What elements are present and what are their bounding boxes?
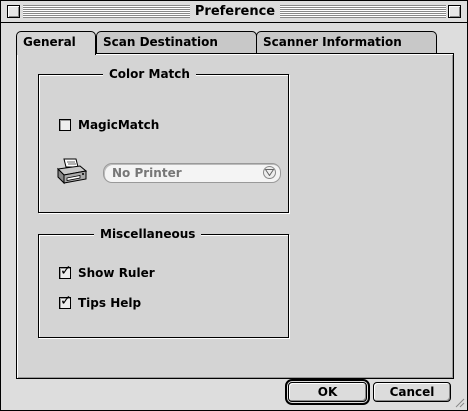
checkmark-icon: ✓ xyxy=(60,263,72,279)
tips-help-checkbox[interactable]: ✓ xyxy=(59,293,72,309)
title-bar-stripes-right xyxy=(280,5,446,18)
tab-scanner-information[interactable]: Scanner Information xyxy=(256,31,437,53)
window-title: Preference xyxy=(194,4,276,19)
chevron-down-icon[interactable] xyxy=(263,166,276,179)
show-ruler-row[interactable]: ✓ Show Ruler xyxy=(59,263,155,281)
printer-popup-menu[interactable]: No Printer xyxy=(103,163,281,183)
zoom-box-icon[interactable] xyxy=(448,5,461,18)
miscellaneous-legend: Miscellaneous xyxy=(94,227,202,241)
resize-grip-icon[interactable] xyxy=(453,396,465,408)
preference-window: Preference Scan Destination Scanner Info… xyxy=(0,0,468,411)
magicmatch-row[interactable]: MagicMatch xyxy=(59,117,159,133)
cancel-button[interactable]: Cancel xyxy=(373,382,451,402)
magicmatch-label: MagicMatch xyxy=(78,118,160,132)
tips-help-label: Tips Help xyxy=(78,296,142,310)
miscellaneous-group: Miscellaneous ✓ Show Ruler ✓ Tips Help xyxy=(38,227,289,338)
magicmatch-checkbox[interactable] xyxy=(59,119,71,131)
color-match-group: Color Match MagicMatch No Printer xyxy=(38,67,289,213)
title-bar-stripes-left xyxy=(23,5,190,18)
tab-general[interactable]: General xyxy=(16,31,96,55)
close-box-icon[interactable] xyxy=(7,5,20,18)
ok-button[interactable]: OK xyxy=(285,379,370,405)
printer-popup-value: No Printer xyxy=(112,166,182,180)
tips-help-row[interactable]: ✓ Tips Help xyxy=(59,293,142,311)
show-ruler-label: Show Ruler xyxy=(78,266,155,280)
color-match-legend: Color Match xyxy=(103,67,196,81)
checkmark-icon: ✓ xyxy=(60,293,72,309)
show-ruler-checkbox[interactable]: ✓ xyxy=(59,263,72,279)
general-panel: Color Match MagicMatch No Printer Miscel… xyxy=(16,53,454,379)
title-bar[interactable]: Preference xyxy=(1,1,467,23)
tab-scan-destination[interactable]: Scan Destination xyxy=(96,31,257,53)
printer-icon xyxy=(56,158,88,185)
